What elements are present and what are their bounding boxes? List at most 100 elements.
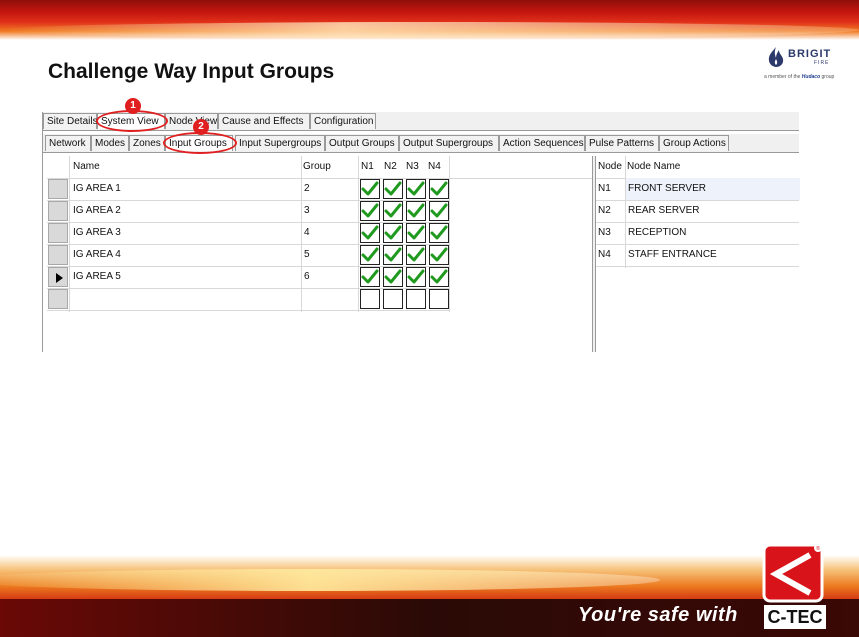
tab-configuration[interactable]: Configuration [310, 113, 376, 129]
cell-name[interactable]: IG AREA 3 [73, 222, 298, 244]
member-suffix: group [821, 74, 835, 80]
col-header-node-name[interactable]: Node Name [627, 156, 787, 178]
tab-cause-and-effects[interactable]: Cause and Effects [218, 113, 310, 129]
tab-output-supergroups[interactable]: Output Supergroups [399, 135, 499, 151]
tab-site-details[interactable]: Site Details [43, 113, 98, 129]
checkmark-icon [361, 203, 379, 218]
logo-member-line: a member of the Hudaco group [764, 74, 834, 80]
tab-network[interactable]: Network [45, 135, 91, 151]
col-header-node[interactable]: Node [598, 156, 624, 178]
cell-node-name[interactable]: RECEPTION [626, 222, 800, 244]
top-banner [0, 0, 859, 40]
col-header-n4[interactable]: N4 [428, 156, 448, 178]
brigit-logo: BRIGIT FIRE a member of the Hudaco group [762, 42, 850, 84]
cell-node-name[interactable]: STAFF ENTRANCE [626, 244, 800, 266]
cell-group[interactable]: 2 [304, 178, 354, 200]
cell-node-id[interactable]: N2 [598, 200, 624, 222]
row-header[interactable] [48, 289, 68, 309]
tab-node-view[interactable]: Node View [165, 113, 218, 129]
cell-node-id[interactable]: N3 [598, 222, 624, 244]
tab-input-supergroups[interactable]: Input Supergroups [235, 135, 325, 151]
checkbox-n3[interactable] [406, 267, 426, 287]
row-header[interactable] [48, 223, 68, 243]
checkmark-icon [407, 181, 425, 196]
col-header-n3[interactable]: N3 [406, 156, 426, 178]
checkbox-n1[interactable] [360, 201, 380, 221]
checkbox-n4[interactable] [429, 201, 449, 221]
sub-tab-bar: Network Modes Zones Input Groups Input S… [43, 134, 799, 153]
tab-group-actions[interactable]: Group Actions [659, 135, 729, 151]
checkmark-icon [407, 225, 425, 240]
cell-name[interactable]: IG AREA 1 [73, 178, 298, 200]
cell-name[interactable]: IG AREA 5 [73, 266, 298, 288]
checkmark-icon [430, 269, 448, 284]
registered-mark: ® [816, 545, 820, 552]
ctec-logo-icon: ® [762, 543, 824, 603]
node-row-line [596, 266, 799, 267]
checkbox-n2[interactable] [383, 179, 403, 199]
member-prefix: a member of the [764, 74, 801, 80]
row-header[interactable] [48, 201, 68, 221]
checkmark-icon [361, 269, 379, 284]
banner-swoosh [0, 22, 859, 38]
input-groups-grid: Name Group N1 N2 N3 N4 IG AREA 1 2 IG AREA… [47, 156, 592, 352]
tab-pulse-patterns[interactable]: Pulse Patterns [585, 135, 659, 151]
cell-node-name[interactable]: REAR SERVER [626, 200, 800, 222]
checkbox-n4[interactable] [429, 245, 449, 265]
checkbox-n3[interactable] [406, 201, 426, 221]
checkbox-n3[interactable] [406, 223, 426, 243]
checkbox-n3[interactable] [406, 289, 426, 309]
checkbox-n4[interactable] [429, 289, 449, 309]
annotation-badge-1: 1 [125, 98, 141, 114]
cell-group[interactable]: 4 [304, 222, 354, 244]
col-header-name[interactable]: Name [73, 156, 293, 178]
checkmark-icon [384, 225, 402, 240]
member-company: Hudaco [801, 74, 821, 80]
tab-zones[interactable]: Zones [129, 135, 165, 151]
checkbox-n1[interactable] [360, 179, 380, 199]
checkmark-icon [430, 225, 448, 240]
checkbox-n1[interactable] [360, 223, 380, 243]
checkmark-icon [430, 181, 448, 196]
checkbox-n2[interactable] [383, 267, 403, 287]
checkbox-n2[interactable] [383, 201, 403, 221]
cell-group[interactable]: 6 [304, 266, 354, 288]
checkbox-n2[interactable] [383, 223, 403, 243]
banner-glow [0, 569, 660, 591]
col-header-group[interactable]: Group [303, 156, 353, 178]
current-row-arrow-icon [56, 273, 63, 283]
cell-group[interactable]: 3 [304, 200, 354, 222]
checkmark-icon [384, 203, 402, 218]
cell-node-name[interactable]: FRONT SERVER [626, 178, 800, 200]
checkbox-n1[interactable] [360, 267, 380, 287]
tab-modes[interactable]: Modes [91, 135, 129, 151]
checkbox-n1[interactable] [360, 245, 380, 265]
checkbox-n3[interactable] [406, 245, 426, 265]
cell-name[interactable]: IG AREA 4 [73, 244, 298, 266]
row-header[interactable] [48, 267, 68, 287]
col-header-n2[interactable]: N2 [384, 156, 404, 178]
grid-row-line [47, 310, 449, 311]
checkmark-icon [384, 269, 402, 284]
cell-node-id[interactable]: N4 [598, 244, 624, 266]
cell-group[interactable]: 5 [304, 244, 354, 266]
row-header[interactable] [48, 245, 68, 265]
annotation-ring-2 [163, 132, 237, 154]
cell-node-id[interactable]: N1 [598, 178, 624, 200]
nodes-grid: Node Node Name N1 FRONT SERVER N2 REAR SERV… [596, 156, 800, 352]
cell-name[interactable]: IG AREA 2 [73, 200, 298, 222]
tab-output-groups[interactable]: Output Groups [325, 135, 399, 151]
tagline: You're safe with [578, 604, 738, 626]
checkbox-n4[interactable] [429, 223, 449, 243]
checkbox-n4[interactable] [429, 179, 449, 199]
grid-col-line [449, 156, 450, 312]
checkbox-n3[interactable] [406, 179, 426, 199]
col-header-n1[interactable]: N1 [361, 156, 381, 178]
tab-action-sequences[interactable]: Action Sequences [499, 135, 585, 151]
checkmark-icon [384, 181, 402, 196]
checkbox-n4[interactable] [429, 267, 449, 287]
row-header[interactable] [48, 179, 68, 199]
checkbox-n1[interactable] [360, 289, 380, 309]
checkbox-n2[interactable] [383, 289, 403, 309]
checkbox-n2[interactable] [383, 245, 403, 265]
